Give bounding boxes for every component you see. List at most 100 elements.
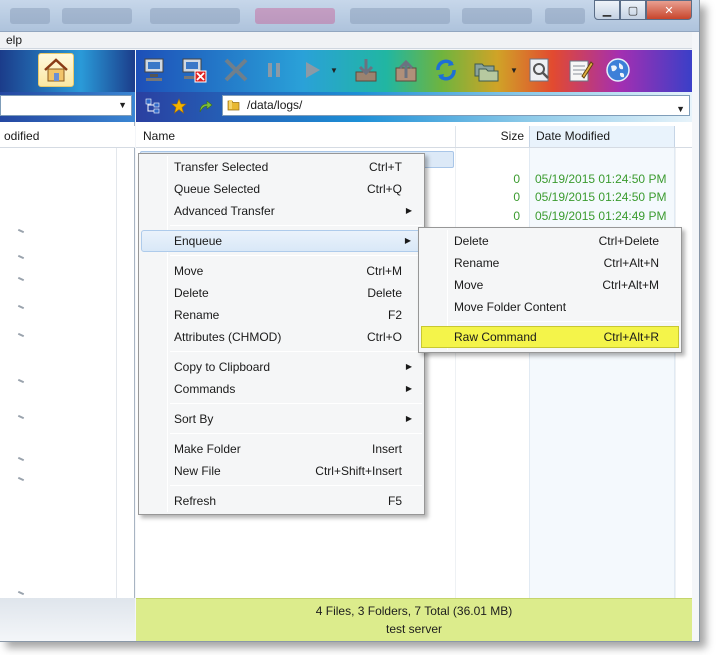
minimize-icon: ▁ <box>602 4 612 17</box>
menu-item-label: Enqueue <box>174 234 223 248</box>
menu-item-enqueue[interactable]: Enqueue ▶ <box>141 230 422 252</box>
menu-item-refresh[interactable]: Refresh F5 <box>141 490 422 512</box>
column-date-modified[interactable]: Date Modified <box>529 126 675 147</box>
play-button[interactable] <box>296 54 328 86</box>
remote-path-combo[interactable]: /data/logs/ ▼ <box>222 95 690 116</box>
submenu-item-rename[interactable]: Rename Ctrl+Alt+N <box>421 252 679 274</box>
context-menu: Transfer Selected Ctrl+T Queue Selected … <box>138 153 425 515</box>
minimize-button[interactable]: ▁ <box>594 0 620 20</box>
menu-separator <box>170 255 422 256</box>
menu-item-label: Transfer Selected <box>174 160 269 174</box>
menu-item-copy-to-clipboard[interactable]: Copy to Clipboard ▶ <box>141 356 422 378</box>
menu-item-label: Move Folder Content <box>454 300 567 314</box>
menu-separator <box>170 433 422 434</box>
file-size: 0 <box>513 172 520 186</box>
disconnect-icon <box>182 58 207 83</box>
home-button[interactable] <box>38 53 74 87</box>
submenu-arrow-icon: ▶ <box>405 384 412 393</box>
tree-button[interactable] <box>144 97 162 115</box>
menu-help[interactable]: elp <box>6 33 22 47</box>
menu-item-shortcut: Ctrl+O <box>366 330 402 344</box>
menu-separator <box>170 485 422 486</box>
local-column-header[interactable]: odified <box>0 126 135 148</box>
column-size[interactable]: Size <box>496 126 524 147</box>
submenu-arrow-icon: ▶ <box>405 414 412 423</box>
folders-button[interactable] <box>470 54 502 86</box>
taskbar-tab <box>462 8 532 24</box>
menu-item-shortcut: Ctrl+Delete <box>598 234 659 248</box>
maximize-button[interactable]: ▢ <box>620 0 646 20</box>
status-summary: 4 Files, 3 Folders, 7 Total (36.01 MB) <box>315 604 513 618</box>
close-icon: ✕ <box>664 4 674 17</box>
submenu-item-move-folder-content[interactable]: Move Folder Content <box>421 296 679 318</box>
menu-item-sort-by[interactable]: Sort By ▶ <box>141 408 422 430</box>
local-toolbar <box>0 50 135 92</box>
menu-item-make-folder[interactable]: Make Folder Insert <box>141 438 422 460</box>
menu-item-attributes[interactable]: Attributes (CHMOD) Ctrl+O <box>141 326 422 348</box>
folders-dropdown-icon[interactable]: ▼ <box>510 66 518 75</box>
house-icon <box>44 58 68 82</box>
list-item <box>17 414 25 420</box>
play-dropdown-icon[interactable]: ▼ <box>330 66 338 75</box>
vertical-scrollbar[interactable] <box>675 148 692 598</box>
notepad-icon <box>569 60 594 82</box>
menu-item-shortcut: Ctrl+Alt+R <box>603 330 659 344</box>
taskbar-tab <box>62 8 132 24</box>
menu-item-advanced-transfer[interactable]: Advanced Transfer ▶ <box>141 200 422 222</box>
local-column-modified[interactable]: odified <box>4 129 39 143</box>
up-folder-button[interactable] <box>196 97 214 115</box>
local-pane: ▼ odified <box>0 50 135 641</box>
taskbar-tab <box>10 8 50 24</box>
chevron-down-icon[interactable]: ▼ <box>676 100 685 119</box>
column-name[interactable]: Name <box>143 126 175 147</box>
menu-item-new-file[interactable]: New File Ctrl+Shift+Insert <box>141 460 422 482</box>
menu-item-shortcut: Ctrl+Alt+M <box>602 278 659 292</box>
menu-item-label: Copy to Clipboard <box>174 360 271 374</box>
favorites-button[interactable] <box>170 97 188 115</box>
file-size: 0 <box>513 209 520 223</box>
stop-button[interactable] <box>220 54 252 86</box>
folder-icon <box>227 100 240 111</box>
local-path-combo[interactable]: ▼ <box>0 95 132 116</box>
menu-item-shortcut: Ctrl+Shift+Insert <box>315 464 402 478</box>
disconnect-button[interactable] <box>178 54 210 86</box>
menu-separator <box>450 321 679 322</box>
upload-icon <box>395 59 417 82</box>
submenu-item-move[interactable]: Move Ctrl+Alt+M <box>421 274 679 296</box>
menu-item-label: Queue Selected <box>174 182 261 196</box>
list-item <box>17 254 25 260</box>
connect-icon <box>144 58 164 81</box>
menu-item-commands[interactable]: Commands ▶ <box>141 378 422 400</box>
menu-item-label: Move <box>174 264 204 278</box>
edit-button[interactable] <box>564 54 596 86</box>
menu-item-label: Sort By <box>174 412 214 426</box>
column-divider[interactable] <box>455 126 456 147</box>
submenu-item-raw-command[interactable]: Raw Command Ctrl+Alt+R <box>421 326 679 348</box>
menu-item-label: Commands <box>174 382 236 396</box>
menu-item-shortcut: Insert <box>371 442 402 456</box>
upload-button[interactable] <box>390 54 422 86</box>
search-button[interactable] <box>524 54 556 86</box>
browser-button[interactable] <box>602 54 634 86</box>
download-icon <box>355 59 377 82</box>
file-date: 05/19/2015 01:24:50 PM <box>535 190 667 204</box>
menu-item-rename[interactable]: Rename F2 <box>141 304 422 326</box>
submenu-item-delete[interactable]: Delete Ctrl+Delete <box>421 230 679 252</box>
submenu-arrow-icon: ▶ <box>404 236 411 245</box>
submenu-arrow-icon: ▶ <box>405 362 412 371</box>
connect-button[interactable] <box>140 54 172 86</box>
menu-item-label: Move <box>454 278 484 292</box>
folders-icon <box>474 63 499 82</box>
chevron-down-icon[interactable]: ▼ <box>118 100 127 110</box>
menu-item-transfer-selected[interactable]: Transfer Selected Ctrl+T <box>141 156 422 178</box>
menu-item-delete[interactable]: Delete Delete <box>141 282 422 304</box>
menu-item-queue-selected[interactable]: Queue Selected Ctrl+Q <box>141 178 422 200</box>
remote-path-text[interactable]: /data/logs/ <box>247 98 302 112</box>
menu-item-move[interactable]: Move Ctrl+M <box>141 260 422 282</box>
download-button[interactable] <box>350 54 382 86</box>
tree-icon <box>145 98 160 114</box>
pause-button[interactable] <box>258 54 290 86</box>
list-item <box>17 378 25 384</box>
refresh-button[interactable] <box>430 54 462 86</box>
close-button[interactable]: ✕ <box>646 0 692 20</box>
